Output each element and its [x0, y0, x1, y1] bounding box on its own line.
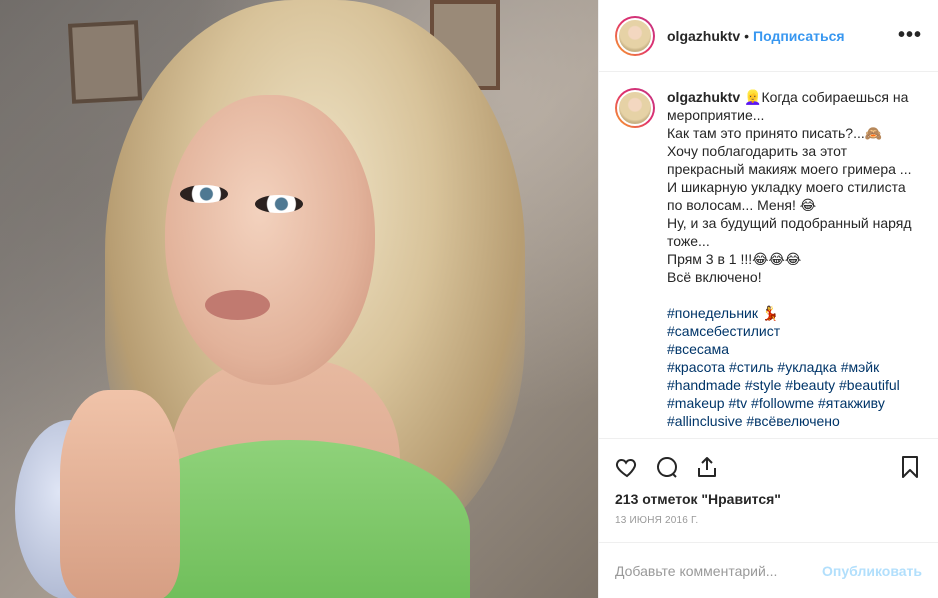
photo-face	[165, 95, 375, 385]
post-photo[interactable]	[0, 0, 598, 598]
post-sidebar: olgazhuktv • Подписаться ••• olgazhuktv …	[598, 0, 938, 598]
post-header: olgazhuktv • Подписаться •••	[599, 0, 938, 72]
wall-picture-frame	[67, 20, 143, 104]
share-icon[interactable]	[695, 447, 735, 487]
username-link[interactable]: olgazhuktv	[667, 28, 740, 44]
follow-button[interactable]: Подписаться	[753, 28, 845, 44]
photo-hand	[60, 390, 180, 598]
hashtag-line[interactable]: #понедельник 💃	[667, 304, 922, 322]
likes-count[interactable]: 213 отметок "Нравится"	[615, 491, 922, 507]
hashtag-line[interactable]: #красота #стиль #укладка #мэйк	[667, 358, 922, 376]
bookmark-icon[interactable]	[882, 447, 922, 487]
action-bar: 213 отметок "Нравится" 13 июня 2016 г.	[599, 438, 938, 526]
action-icons	[615, 447, 922, 487]
publish-button[interactable]: Опубликовать	[822, 563, 922, 579]
comment-icon[interactable]	[655, 447, 695, 487]
hashtag-line[interactable]: #самсебестилист	[667, 322, 922, 340]
hashtag-line[interactable]: #makeup #tv #followme #ятакживу	[667, 394, 922, 412]
comment-input[interactable]: Добавьте комментарий...	[615, 563, 822, 579]
hashtag-line[interactable]: #handmade #style #beauty #beautiful	[667, 376, 922, 394]
caption-username[interactable]: olgazhuktv	[667, 89, 740, 105]
photo-eye	[180, 185, 228, 203]
comment-box: Добавьте комментарий... Опубликовать	[599, 542, 938, 598]
hashtag-list: #понедельник 💃 #самсебестилист #всесама …	[667, 304, 922, 430]
photo-eye	[255, 195, 303, 213]
avatar[interactable]	[615, 15, 655, 56]
photo-lips	[205, 290, 270, 320]
hashtag-line[interactable]: #allinclusive #всёвелючено	[667, 412, 922, 430]
avatar[interactable]	[615, 88, 655, 128]
separator-dot: •	[744, 27, 750, 44]
instagram-post: olgazhuktv • Подписаться ••• olgazhuktv …	[0, 0, 938, 598]
heart-icon[interactable]	[615, 447, 655, 487]
post-date: 13 июня 2016 г.	[615, 515, 699, 526]
caption-body: 👱‍♀️Когда собираешься на мероприятие... …	[667, 89, 912, 285]
caption-area: olgazhuktv 👱‍♀️Когда собираешься на меро…	[599, 72, 938, 438]
hashtag-line[interactable]: #всесама	[667, 340, 922, 358]
more-icon[interactable]: •••	[898, 24, 922, 47]
caption-text: olgazhuktv 👱‍♀️Когда собираешься на меро…	[667, 88, 922, 286]
